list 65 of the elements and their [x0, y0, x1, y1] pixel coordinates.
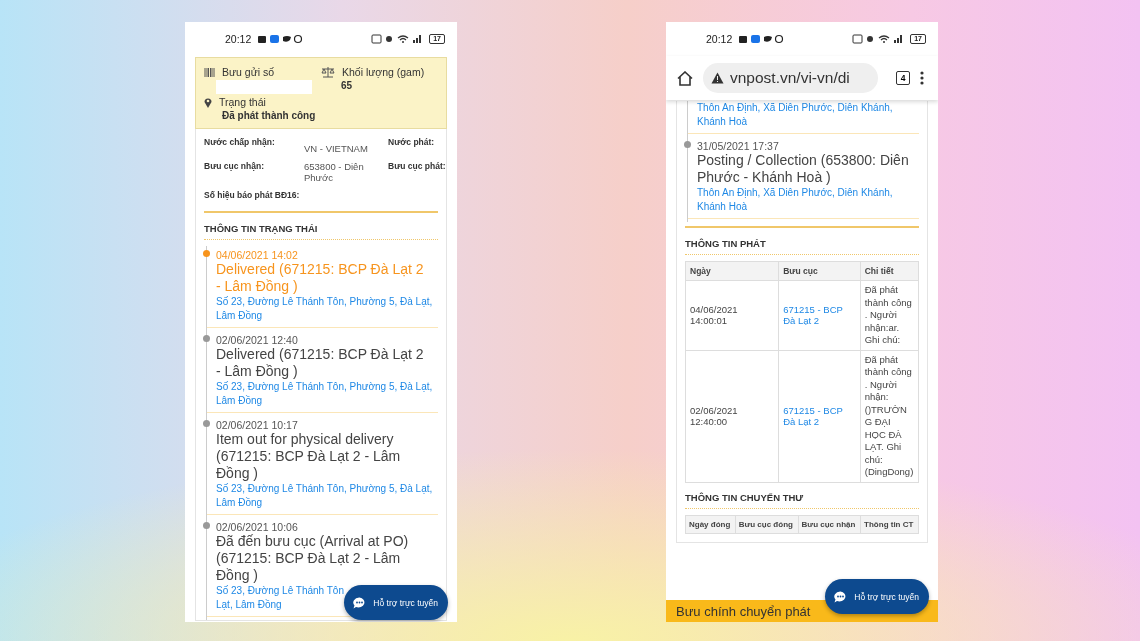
column-header: Thông tin CT [860, 515, 919, 533]
detail-label: Bưu cục nhận: [204, 161, 265, 171]
event-time: 31/05/2021 17:37 [697, 140, 780, 152]
system-status-icons-drawing [852, 34, 905, 44]
event-address: Thôn An Định, Xã Diên Phước, Diên Khánh, Khánh Hoà [697, 186, 894, 214]
chat-icon [353, 596, 367, 609]
status-time: 20:12 [225, 33, 252, 45]
detail-label: Nước phát: [388, 137, 435, 147]
event-time: 04/06/2021 14:02 [216, 249, 299, 261]
detail-label: Bưu cục phát: [388, 161, 446, 171]
tab-count-button[interactable]: 4 [896, 71, 910, 85]
detail-label: Số hiệu báo phát BĐ16: [204, 190, 300, 200]
timeline-dot [684, 141, 691, 148]
event-title: Item out for physical delivery (671215: BCP Đà Lạt 2 - Lâm Đồng ) [216, 431, 402, 482]
weight-value: 65 [340, 80, 354, 91]
notification-icons-drawing [257, 34, 304, 44]
column-header: Bưu cục [778, 261, 861, 281]
status-value: Đã phát thành công [221, 110, 317, 121]
address-bar[interactable]: vnpost.vn/vi-vn/di [703, 63, 878, 93]
column-header: Ngày [685, 261, 779, 281]
chat-icon [834, 590, 848, 603]
online-support-button[interactable]: Hỗ trợ trực tuyến [344, 585, 448, 620]
section-title: THÔNG TIN PHÁT [685, 238, 767, 249]
section-title: THÔNG TIN CHUYẾN THƯ [685, 491, 805, 503]
status-label: Trạng thái [219, 96, 266, 108]
barcode-icon [204, 67, 215, 77]
post-office-link[interactable]: 671215 - BCP Đà Lạt 2 [778, 280, 861, 350]
event-address: Thôn An Định, Xã Diên Phước, Diên Khánh, Khánh Hoà [697, 101, 894, 129]
column-header: Bưu cục nhận [798, 515, 861, 533]
event-address: Số 23, Đường Lê Thánh Tôn, Phường 5, Đà Lạt, Lâm Đồng [216, 380, 434, 408]
event-title: Đã đến bưu cục (Arrival at PO) (671215: BCP Đà Lạt 2 - Lâm Đồng ) [216, 533, 410, 584]
table-cell: 02/06/2021 12:40:00 [685, 350, 779, 482]
table-cell: Đã phát thành công . Người nhận: ()TRƯỜNG ĐẠI HỌC ĐÀ LẠT. Ghi chú:(DingDong) [860, 350, 919, 482]
detail-label: Nước chấp nhận: [204, 137, 276, 147]
status-time: 20:12 [706, 33, 733, 45]
event-address: Số 23, Đường Lê Thánh Tôn, Phường 5, Đà Lạt, Lâm Đồng [216, 295, 434, 323]
table-cell: 04/06/2021 14:00:01 [685, 280, 779, 350]
notification-icons-drawing [738, 34, 785, 44]
event-time: 02/06/2021 10:17 [216, 419, 299, 431]
event-time: 02/06/2021 12:40 [216, 334, 299, 346]
online-support-button[interactable]: Hỗ trợ trực tuyến [825, 579, 929, 614]
event-title: Posting / Collection (653800: Diên Phước - Khánh Hoà ) [697, 152, 910, 186]
system-status-icons-drawing [371, 34, 424, 44]
location-pin-icon [204, 96, 212, 108]
more-menu-icon[interactable] [920, 71, 924, 85]
event-title: Delivered (671215: BCP Đà Lạt 2 - Lâm Đồng ) [216, 346, 425, 380]
parcel-label: Bưu gửi số [222, 66, 274, 78]
column-header: Chi tiết [860, 261, 919, 281]
post-office-link[interactable]: 671215 - BCP Đà Lạt 2 [778, 350, 861, 482]
column-header: Ngày đóng [685, 515, 736, 533]
warning-icon [711, 72, 724, 84]
footer-title: Bưu chính chuyển phát [676, 604, 811, 619]
detail-value: 653800 - Diên Phước [304, 161, 365, 183]
url-text: vnpost.vn/vi-vn/di [730, 69, 850, 87]
scale-icon [321, 66, 335, 78]
weight-label: Khối lượng (gam) [342, 66, 425, 78]
event-address: Số 23, Đường Lê Thánh Tôn, Phường 5, Đà Lạt, Lâm Đồng [216, 482, 434, 510]
event-time: 02/06/2021 10:06 [216, 521, 299, 533]
column-header: Bưu cục đóng [735, 515, 799, 533]
event-address: Số 23, Đường Lê Thánh Tôn Lạt, Lâm Đồng [216, 584, 344, 612]
table-cell: Đã phát thành công . Người nhận:ar. Ghi chú: [860, 280, 919, 350]
section-title: THÔNG TIN TRẠNG THÁI [204, 223, 319, 234]
home-icon[interactable] [677, 70, 693, 86]
detail-value: VN - VIETNAM [304, 143, 369, 154]
event-title: Delivered (671215: BCP Đà Lạt 2 - Lâm Đồng ) [216, 261, 425, 295]
